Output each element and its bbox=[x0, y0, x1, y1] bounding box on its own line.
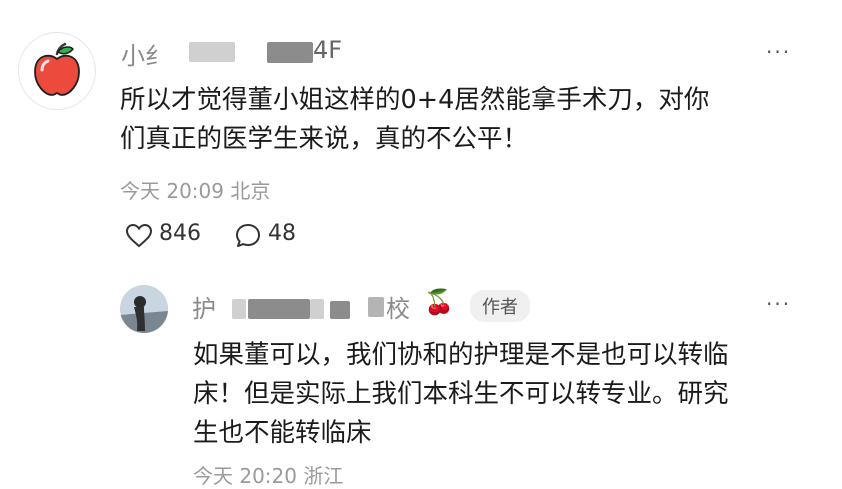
comment-timestamp: 今天 20:09 北京 bbox=[120, 179, 271, 203]
like-count: 846 bbox=[159, 221, 201, 246]
username-redaction bbox=[232, 299, 246, 319]
reply-text-line: 如果董可以，我们协和的护理是不是也可以转临 bbox=[193, 340, 729, 370]
reply-timestamp: 今天 20:20 浙江 bbox=[193, 464, 344, 488]
username-redaction bbox=[189, 42, 235, 62]
username-redaction bbox=[330, 301, 350, 319]
more-options-icon[interactable]: ··· bbox=[766, 40, 791, 64]
reply-text-line: 生也不能转临床 bbox=[193, 418, 372, 448]
commenter-avatar[interactable] bbox=[18, 32, 96, 110]
person-photo-icon bbox=[120, 285, 168, 333]
heart-icon bbox=[125, 223, 153, 248]
floor-number: 4F bbox=[313, 36, 343, 64]
reply-text-line: 床！但是实际上我们本科生不可以转专业。研究 bbox=[193, 379, 729, 409]
reply-text: 如果董可以，我们协和的护理是不是也可以转临 床！但是实际上我们本科生不可以转专业… bbox=[193, 336, 813, 453]
username-redaction bbox=[310, 299, 324, 319]
username-text: 护 bbox=[192, 295, 216, 323]
comment-bubble-icon bbox=[236, 224, 260, 247]
comment-username[interactable]: 小纟 4F bbox=[121, 36, 361, 70]
author-badge: 作者 bbox=[470, 290, 530, 322]
username-text: 小纟 bbox=[121, 42, 169, 70]
username-redaction bbox=[248, 299, 310, 319]
username-text: 校 bbox=[386, 295, 410, 323]
comment-text: 所以才觉得董小姐这样的0+4居然能拿手术刀，对你 们真正的医学生来说，真的不公平… bbox=[120, 81, 810, 159]
apple-icon bbox=[34, 42, 80, 96]
comment-text-line: 们真正的医学生来说，真的不公平！ bbox=[120, 124, 529, 154]
more-options-icon[interactable]: ··· bbox=[766, 292, 791, 316]
replier-avatar[interactable] bbox=[120, 285, 168, 333]
reply-username[interactable]: 护 校 🍒 bbox=[192, 288, 472, 323]
username-redaction bbox=[368, 297, 384, 317]
reply-count: 48 bbox=[268, 221, 296, 246]
comment-text-line: 所以才觉得董小姐这样的0+4居然能拿手术刀，对你 bbox=[120, 85, 710, 115]
username-redaction bbox=[267, 42, 313, 63]
cherry-icon: 🍒 bbox=[424, 288, 454, 316]
